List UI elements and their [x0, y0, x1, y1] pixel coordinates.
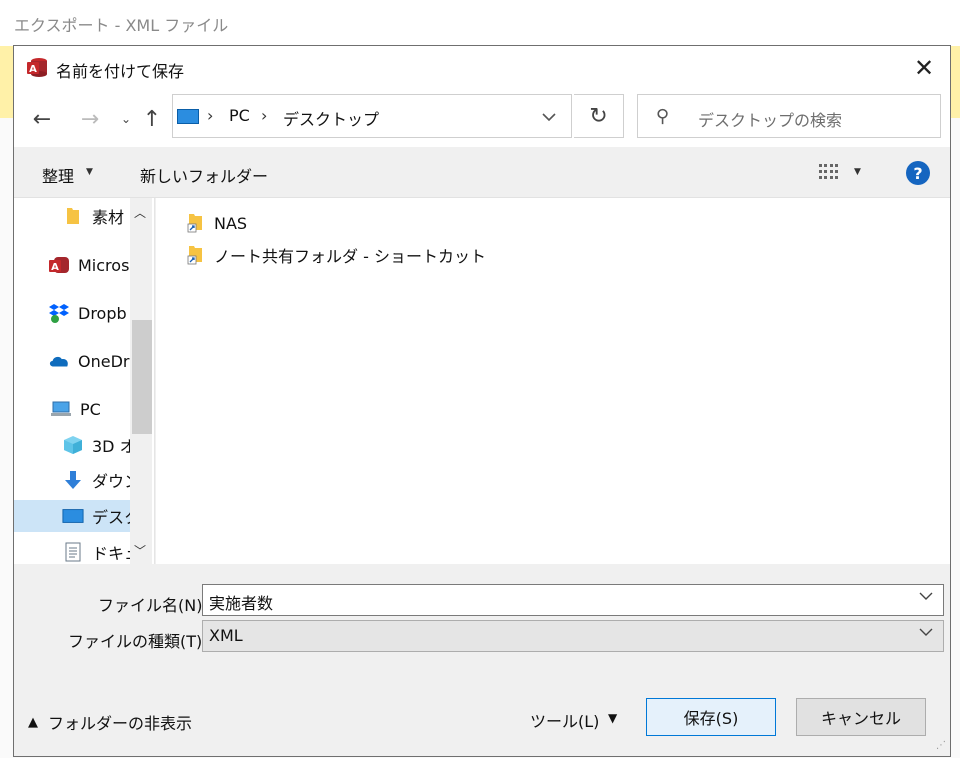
- back-arrow-icon: ←: [32, 106, 52, 132]
- caret-down-icon[interactable]: ▼: [608, 711, 617, 725]
- organize-button[interactable]: 整理: [42, 163, 74, 187]
- breadcrumb-pc[interactable]: PC: [229, 106, 250, 125]
- search-input[interactable]: ⚲ デスクトップの検索: [637, 94, 941, 138]
- file-name: ノート共有フォルダ - ショートカット: [214, 247, 486, 266]
- list-item[interactable]: ノート共有フォルダ - ショートカット: [186, 240, 486, 270]
- breadcrumb-desktop[interactable]: デスクトップ: [283, 106, 379, 130]
- download-icon: [62, 471, 84, 489]
- save-as-dialog: A 名前を付けて保存 ✕ ← → ⌄ ↑ › PC › デスクトップ ↻ ⚲ デ…: [13, 45, 951, 757]
- breadcrumb-separator-icon[interactable]: ›: [261, 106, 267, 125]
- filetype-label: ファイルの種類(T):: [68, 632, 208, 651]
- view-options-icon[interactable]: [818, 162, 840, 182]
- nav-item-documents[interactable]: ドキュ: [14, 536, 132, 564]
- refresh-button[interactable]: ↻: [574, 94, 624, 138]
- desktop-icon: [177, 109, 199, 124]
- access-app-icon: A: [48, 256, 70, 274]
- address-bar[interactable]: › PC › デスクトップ: [172, 94, 572, 138]
- chevron-down-icon: [542, 112, 556, 121]
- up-button[interactable]: ↑: [138, 105, 166, 133]
- nav-item-label: デスク: [92, 508, 132, 527]
- navigation-pane: 素材 A Micros Dropb OneDr PC 3D オ ダウ デス ドキ…: [14, 198, 155, 564]
- chevron-up-icon: ▲: [28, 714, 38, 730]
- up-arrow-icon: ↑: [142, 106, 162, 132]
- scroll-up-icon[interactable]: ︿: [134, 204, 146, 221]
- desktop-icon: [62, 507, 84, 525]
- dropbox-icon: [48, 304, 70, 323]
- caret-down-icon[interactable]: ▼: [86, 167, 93, 177]
- access-app-icon: A: [27, 58, 47, 77]
- resize-grip-icon[interactable]: ⋰: [936, 740, 946, 751]
- navigation-row: ← → ⌄ ↑ › PC › デスクトップ ↻ ⚲ デスクトップの検索: [14, 91, 950, 147]
- svg-text:A: A: [29, 64, 37, 75]
- file-name: NAS: [214, 213, 248, 233]
- forward-arrow-icon: →: [80, 106, 100, 132]
- svg-text:A: A: [51, 262, 59, 273]
- dialog-titlebar: A 名前を付けて保存 ✕: [14, 46, 950, 91]
- nav-item-pc[interactable]: PC: [14, 393, 132, 425]
- nav-item-label: Dropb: [78, 303, 127, 323]
- document-icon: [62, 542, 84, 562]
- help-button[interactable]: ?: [906, 161, 930, 185]
- list-item[interactable]: NAS: [186, 208, 247, 238]
- background-message-bar: [0, 46, 14, 118]
- cancel-button[interactable]: キャンセル: [796, 698, 926, 736]
- filename-label: ファイル名(N):: [98, 596, 208, 615]
- chevron-down-icon[interactable]: [919, 592, 933, 601]
- nav-item-label: 3D オ: [92, 437, 132, 456]
- background-message-bar-right: [950, 46, 960, 118]
- save-button[interactable]: 保存(S): [646, 698, 776, 736]
- filetype-value: XML: [209, 626, 243, 645]
- nav-item-label: Micros: [78, 255, 130, 275]
- onedrive-icon: [48, 352, 70, 370]
- close-icon: ✕: [913, 54, 935, 82]
- scrollbar-thumb[interactable]: [132, 320, 152, 434]
- nav-item-label: ダウン: [92, 472, 132, 491]
- tools-button[interactable]: ツール(L): [530, 708, 599, 732]
- dialog-title: 名前を付けて保存: [56, 62, 185, 81]
- folder-icon: [62, 207, 84, 225]
- folder-shortcut-icon: [186, 213, 206, 233]
- background-window-title: エクスポート - XML ファイル: [14, 16, 229, 35]
- recent-locations-button[interactable]: ⌄: [112, 105, 140, 133]
- scroll-down-icon[interactable]: ﹀: [134, 542, 146, 559]
- nav-item-desktop[interactable]: デスク: [14, 500, 132, 532]
- chevron-down-icon: ⌄: [120, 112, 132, 126]
- search-icon: ⚲: [656, 106, 670, 127]
- close-button[interactable]: ✕: [904, 52, 944, 84]
- hide-folders-label: フォルダーの非表示: [48, 714, 193, 733]
- nav-item-onedrive[interactable]: OneDr: [14, 345, 132, 377]
- chevron-down-icon: [919, 628, 933, 636]
- filename-field[interactable]: 実施者数: [202, 584, 944, 616]
- nav-item-label: ドキュ: [92, 544, 132, 563]
- refresh-icon: ↻: [589, 103, 608, 129]
- back-button[interactable]: ←: [28, 105, 56, 133]
- navigation-scrollbar[interactable]: ︿ ﹀: [130, 198, 152, 564]
- nav-item-label: OneDr: [78, 351, 130, 371]
- 3d-objects-icon: [62, 436, 84, 454]
- command-toolbar: 整理 ▼ 新しいフォルダー ▼ ?: [14, 147, 950, 198]
- new-folder-button[interactable]: 新しいフォルダー: [140, 163, 268, 187]
- background-window-titlebar: エクスポート - XML ファイル: [0, 0, 960, 47]
- breadcrumb-separator-icon[interactable]: ›: [207, 106, 213, 125]
- address-dropdown-button[interactable]: [535, 105, 563, 129]
- nav-item-3d-objects[interactable]: 3D オ: [14, 429, 132, 461]
- nav-item-sozai[interactable]: 素材: [14, 200, 132, 232]
- nav-item-downloads[interactable]: ダウン: [14, 464, 132, 496]
- filename-value[interactable]: 実施者数: [209, 590, 273, 614]
- file-list: NAS ノート共有フォルダ - ショートカット: [156, 198, 950, 564]
- hide-folders-button[interactable]: ▲ フォルダーの非表示: [28, 710, 192, 734]
- nav-item-dropbox[interactable]: Dropb: [14, 297, 132, 329]
- pc-icon: [50, 400, 72, 418]
- help-icon: ?: [913, 163, 923, 183]
- nav-item-label: PC: [80, 399, 101, 419]
- nav-item-label: 素材: [92, 208, 125, 227]
- search-placeholder: デスクトップの検索: [698, 111, 843, 130]
- nav-item-microsoft-access[interactable]: A Micros: [14, 249, 132, 281]
- caret-down-icon[interactable]: ▼: [854, 167, 861, 177]
- forward-button[interactable]: →: [76, 105, 104, 133]
- filetype-select[interactable]: XML: [202, 620, 944, 652]
- folder-shortcut-icon: [186, 245, 206, 265]
